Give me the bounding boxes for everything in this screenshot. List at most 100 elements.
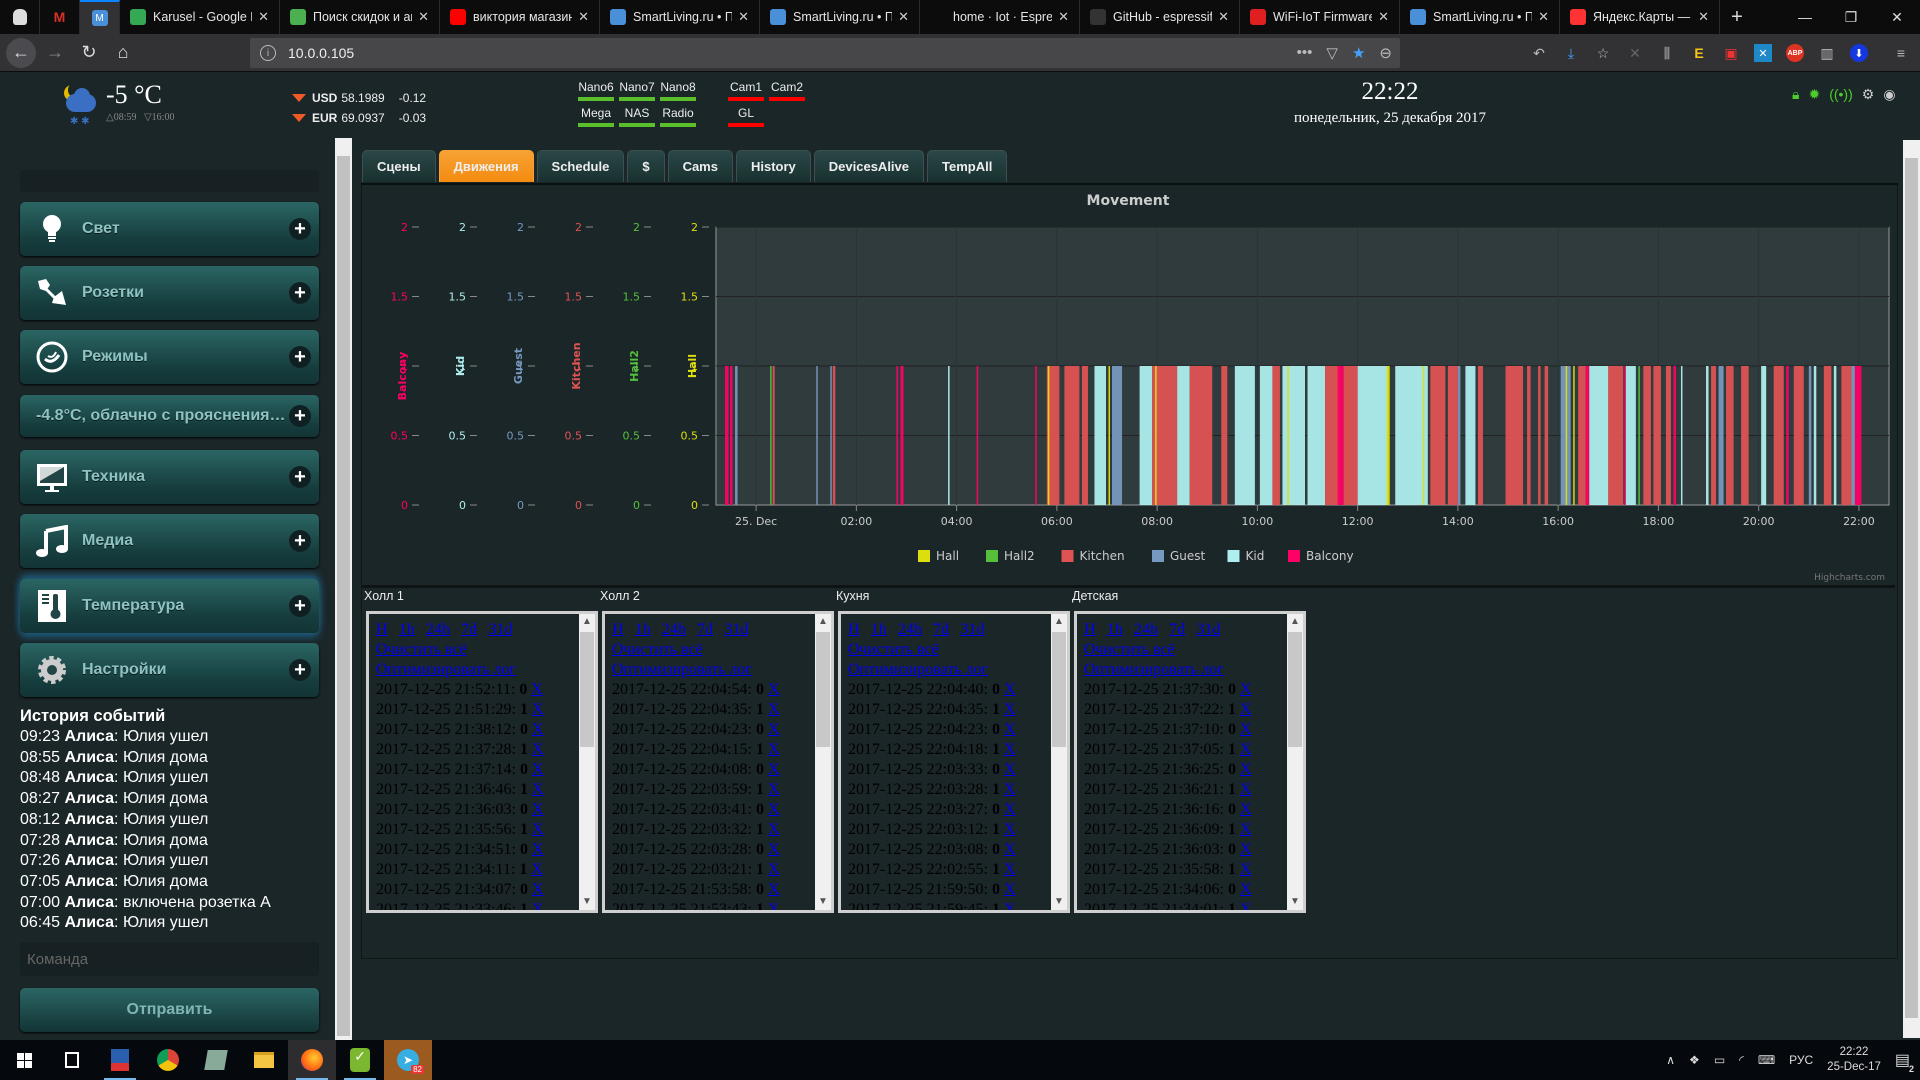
reload-button[interactable]: ↻ — [74, 38, 104, 68]
maximize-button[interactable]: ❐ — [1828, 0, 1874, 34]
minimize-button[interactable]: — — [1782, 0, 1828, 34]
log-range-link[interactable]: 24h — [898, 621, 922, 638]
pinned-tab-smartliving[interactable]: M — [80, 0, 120, 34]
sidebar-item-modes[interactable]: Режимы + — [20, 330, 319, 384]
pinned-tab-gmail[interactable]: M — [40, 0, 80, 34]
bookmark-star-icon[interactable]: ★ — [1352, 44, 1365, 62]
clear-all-link[interactable]: Очистить всё — [612, 641, 703, 658]
log-range-link[interactable]: 7d — [461, 621, 477, 638]
delete-entry-link[interactable]: X — [1240, 861, 1252, 878]
delete-entry-link[interactable]: X — [1004, 741, 1016, 758]
expand-plus-icon[interactable]: + — [289, 595, 311, 617]
browser-tab[interactable]: Karusel - Google M ✕ — [120, 0, 280, 34]
dropbox-icon[interactable]: ❖ — [1689, 1053, 1700, 1067]
close-tab-icon[interactable]: ✕ — [898, 9, 909, 25]
new-tab-button[interactable]: + — [1720, 0, 1754, 34]
delete-entry-link[interactable]: X — [768, 781, 780, 798]
log-range-link[interactable]: 1h — [1107, 621, 1123, 638]
delete-entry-link[interactable]: X — [532, 701, 544, 718]
browser-tab[interactable]: SmartLiving.ru • П ✕ — [760, 0, 920, 34]
browser-tab[interactable]: WiFi-IoT Firmware ✕ — [1240, 0, 1400, 34]
scroll-up-icon[interactable]: ▲ — [1287, 614, 1303, 630]
scroll-down-icon[interactable]: ▼ — [815, 894, 831, 910]
task-view-button[interactable] — [48, 1040, 96, 1080]
gear-icon[interactable]: ⚙ — [1862, 86, 1875, 103]
delete-entry-link[interactable]: X — [1240, 721, 1252, 738]
home-button[interactable]: ⌂ — [108, 38, 138, 68]
sidebar-scrollbar-thumb[interactable] — [337, 156, 350, 1036]
log-range-link[interactable]: 24h — [1134, 621, 1158, 638]
delete-entry-link[interactable]: X — [1240, 681, 1252, 698]
scroll-up-icon[interactable]: ▲ — [579, 614, 595, 630]
back-button[interactable]: ← — [6, 37, 36, 68]
forward-button[interactable]: → — [40, 38, 70, 68]
delete-entry-link[interactable]: X — [1240, 781, 1252, 798]
tab-4[interactable]: Cams — [667, 150, 733, 182]
delete-entry-link[interactable]: X — [1240, 821, 1252, 838]
log-range-link[interactable]: 1h — [399, 621, 415, 638]
delete-entry-link[interactable]: X — [1240, 761, 1252, 778]
scroll-down-icon[interactable]: ▼ — [1287, 894, 1303, 910]
sidebar-item-settings[interactable]: Настройки + — [20, 643, 319, 697]
log-range-link[interactable]: 31d — [1196, 621, 1220, 638]
wifi-icon[interactable]: ◜ — [1739, 1053, 1744, 1067]
log-range-link[interactable]: 31d — [960, 621, 984, 638]
clear-all-link[interactable]: Очистить всё — [376, 641, 467, 658]
log-range-link[interactable]: 31d — [488, 621, 512, 638]
log-scrollbar[interactable]: ▲ ▼ — [1051, 614, 1067, 910]
tab-5[interactable]: History — [735, 150, 811, 182]
delete-entry-link[interactable]: X — [1004, 721, 1016, 738]
adblock-icon[interactable]: ABP — [1786, 44, 1804, 62]
delete-entry-link[interactable]: X — [1004, 841, 1016, 858]
optimize-log-link[interactable]: Оптимизировать лог — [1084, 661, 1224, 678]
browser-tab[interactable]: виктория магазин ✕ — [440, 0, 600, 34]
tab-6[interactable]: DevicesAlive — [813, 150, 925, 182]
pocket-icon[interactable]: ▽ — [1326, 44, 1338, 62]
log-range-link[interactable]: 31d — [724, 621, 748, 638]
mouse-icon[interactable]: ⊖ — [1379, 44, 1392, 62]
delete-entry-link[interactable]: X — [532, 821, 544, 838]
clear-all-link[interactable]: Очистить всё — [848, 641, 939, 658]
tab-1[interactable]: Движения — [438, 150, 534, 182]
delete-entry-link[interactable]: X — [1004, 781, 1016, 798]
sidebar-item-light[interactable]: Свет + — [20, 202, 319, 256]
browser-tab[interactable]: GitHub - espressif/✕ — [1080, 0, 1240, 34]
delete-entry-link[interactable]: X — [768, 761, 780, 778]
optimize-log-link[interactable]: Оптимизировать лог — [848, 661, 988, 678]
notifications-icon[interactable]: ▤ 2 — [1895, 1050, 1914, 1074]
taskbar-app-explorer[interactable] — [240, 1040, 288, 1080]
delete-entry-link[interactable]: X — [1004, 881, 1016, 898]
delete-entry-link[interactable]: X — [532, 881, 544, 898]
log-scrollbar-thumb[interactable] — [580, 632, 594, 747]
log-box[interactable]: H | 1h | 24h | 7d | 31d | Очистить всё |… — [602, 611, 834, 913]
taskbar-app-green[interactable]: ✓ — [336, 1040, 384, 1080]
delete-entry-link[interactable]: X — [532, 721, 544, 738]
delete-entry-link[interactable]: X — [532, 901, 544, 910]
delete-entry-link[interactable]: X — [532, 741, 544, 758]
browser-tab[interactable]: Поиск скидок и ак ✕ — [280, 0, 440, 34]
delete-entry-link[interactable]: X — [1004, 761, 1016, 778]
log-range-link[interactable]: H — [848, 621, 860, 638]
log-range-link[interactable]: 24h — [426, 621, 450, 638]
log-range-link[interactable]: 1h — [635, 621, 651, 638]
close-tab-icon[interactable]: ✕ — [578, 9, 589, 25]
extension-e-icon[interactable]: E — [1690, 44, 1708, 62]
delete-entry-link[interactable]: X — [532, 761, 544, 778]
close-tab-icon[interactable]: ✕ — [1698, 9, 1709, 25]
language-indicator[interactable]: РУС — [1789, 1053, 1813, 1067]
taskbar-app-save[interactable] — [96, 1040, 144, 1080]
taskbar-app-chrome[interactable] — [144, 1040, 192, 1080]
delete-entry-link[interactable]: X — [768, 881, 780, 898]
close-tab-icon[interactable]: ✕ — [258, 9, 269, 25]
delete-entry-link[interactable]: X — [532, 781, 544, 798]
log-range-link[interactable]: 1h — [871, 621, 887, 638]
delete-entry-link[interactable]: X — [1004, 861, 1016, 878]
expand-plus-icon[interactable]: + — [289, 659, 311, 681]
delete-entry-link[interactable]: X — [1240, 841, 1252, 858]
sun-status-icon[interactable]: ✹ — [1808, 86, 1820, 103]
scroll-up-icon[interactable]: ▲ — [1051, 614, 1067, 630]
close-tab-icon[interactable]: ✕ — [738, 9, 749, 25]
expand-plus-icon[interactable]: + — [289, 282, 311, 304]
delete-entry-link[interactable]: X — [531, 861, 543, 878]
keyboard-icon[interactable]: ⌨ — [1758, 1053, 1775, 1067]
